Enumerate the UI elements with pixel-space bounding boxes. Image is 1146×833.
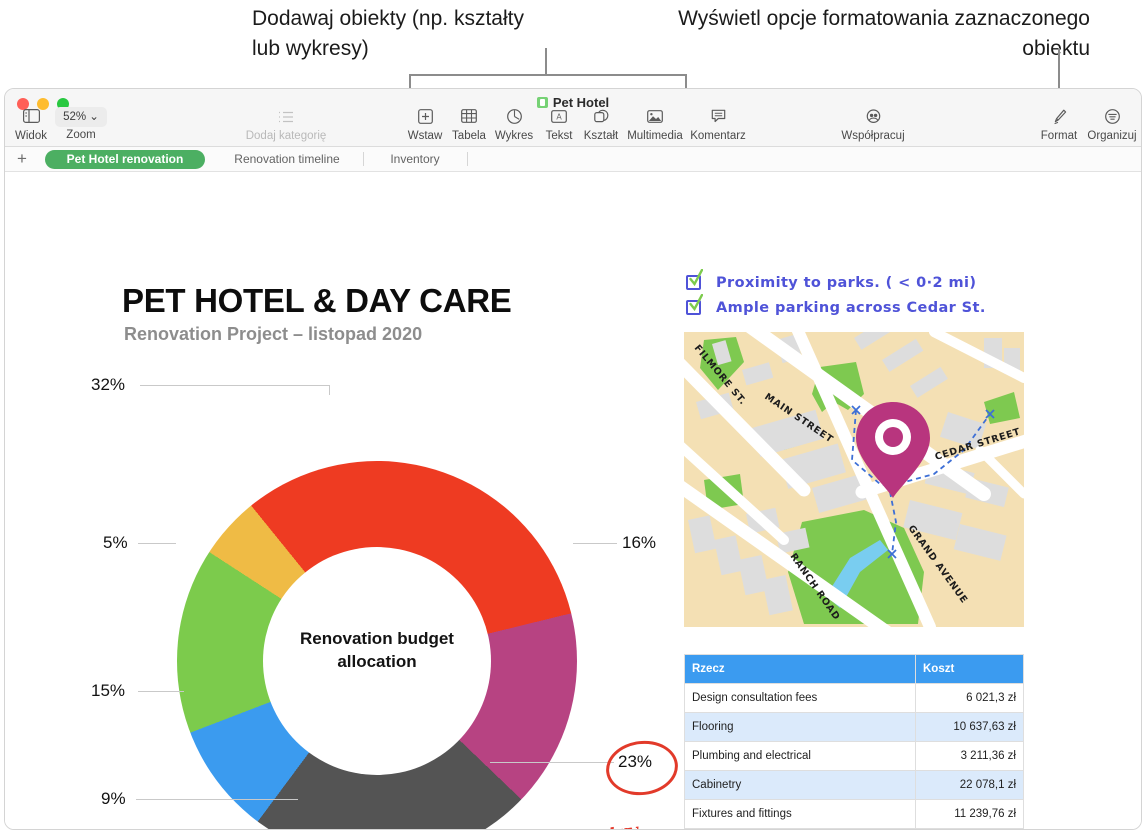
callout-left-tick-a bbox=[409, 74, 411, 88]
chart-label-15: 15% bbox=[91, 681, 126, 700]
callout-left-stem bbox=[545, 48, 547, 76]
callout-format-options: Wyświetl opcje formatowania zaznaczonego… bbox=[678, 7, 1090, 60]
table-cell-cost: 6 021,3 zł bbox=[915, 683, 1024, 713]
tab-divider-1 bbox=[363, 152, 364, 166]
table-cell-item: Labor bbox=[684, 828, 916, 829]
donut-center-line2: allocation bbox=[337, 652, 417, 671]
donut-center-line1: Renovation budget bbox=[300, 629, 454, 648]
table-row[interactable]: Labor 16 056,8 zł bbox=[684, 828, 1024, 829]
leader-line-5 bbox=[138, 543, 176, 544]
leader-line-15 bbox=[138, 691, 184, 692]
toolbar-collaborate-label: Współpracuj bbox=[841, 130, 905, 142]
table-cell-item: Flooring bbox=[684, 712, 916, 742]
zoom-dropdown[interactable]: 52% ⌄ bbox=[55, 107, 107, 127]
add-sheet-button[interactable]: + bbox=[17, 150, 27, 168]
cost-table[interactable]: Rzecz Koszt Design consultation fees 6 0… bbox=[684, 654, 1024, 829]
callout-left-tick-b bbox=[685, 74, 687, 88]
checklist-item-2: Ample parking across Cedar St. bbox=[716, 300, 986, 316]
toolbar-add-category-button[interactable]: Dodaj kategorię bbox=[201, 109, 371, 142]
toolbar-add-category-label: Dodaj kategorię bbox=[245, 130, 327, 142]
chart-label-9: 9% bbox=[101, 789, 126, 808]
donut-center-label: Renovation budget allocation bbox=[263, 627, 491, 673]
callout-right-stem bbox=[1058, 48, 1060, 88]
checkmark-icon-2 bbox=[689, 294, 703, 312]
document-title-text: Pet Hotel bbox=[552, 95, 610, 110]
organize-icon bbox=[1070, 109, 1141, 129]
toolbar-comment-button[interactable]: Komentarz bbox=[676, 109, 760, 142]
table-header-row: Rzecz Koszt bbox=[684, 654, 1024, 684]
callout-left-bar bbox=[409, 74, 687, 76]
slide-subtitle[interactable]: Renovation Project – listopad 2020 bbox=[124, 324, 422, 345]
table-row[interactable]: Design consultation fees 6 021,3 zł bbox=[684, 683, 1024, 713]
chart-label-32: 32% bbox=[91, 375, 126, 394]
table-row[interactable]: Cabinetry 22 078,1 zł bbox=[684, 770, 1024, 800]
table-cell-item: Cabinetry bbox=[684, 770, 916, 800]
table-row[interactable]: Flooring 10 637,63 zł bbox=[684, 712, 1024, 742]
table-cell-item: Plumbing and electrical bbox=[684, 741, 916, 771]
document-title: Pet Hotel bbox=[5, 95, 1141, 110]
handwritten-line-1: Let's try bbox=[550, 811, 702, 829]
leader-line-32-drop bbox=[329, 385, 330, 395]
table-row[interactable]: Fixtures and fittings 11 239,76 zł bbox=[684, 799, 1024, 829]
table-cell-item: Design consultation fees bbox=[684, 683, 916, 713]
checklist-item-1: Proximity to parks. ( < 0·2 mi) bbox=[716, 275, 977, 291]
chart-label-16: 16% bbox=[622, 533, 657, 552]
toolbar-organize-button[interactable]: Organizuj bbox=[1070, 109, 1141, 142]
sheet-tab-renovation-timeline[interactable]: Renovation timeline bbox=[217, 150, 357, 169]
annotation-circle-23 bbox=[602, 736, 682, 800]
table-header-cost: Koszt bbox=[915, 654, 1024, 684]
leader-line-23 bbox=[490, 762, 614, 763]
sheet-tab-bar: + Pet Hotel renovation Renovation timeli… bbox=[5, 147, 1141, 172]
leader-line-9 bbox=[136, 799, 298, 800]
sheet-tab-inventory[interactable]: Inventory bbox=[367, 150, 463, 169]
toolbar-comment-label: Komentarz bbox=[690, 130, 746, 142]
toolbar-organize-label: Organizuj bbox=[1087, 130, 1137, 142]
table-cell-cost: 22 078,1 zł bbox=[915, 770, 1024, 800]
slide-canvas[interactable]: PET HOTEL & DAY CARE Renovation Project … bbox=[5, 172, 1141, 829]
table-cell-cost: 3 211,36 zł bbox=[915, 741, 1024, 771]
table-cell-cost: 11 239,76 zł bbox=[915, 799, 1024, 829]
comment-icon bbox=[676, 109, 760, 129]
chart-label-5: 5% bbox=[103, 533, 128, 552]
table-row[interactable]: Plumbing and electrical 3 211,36 zł bbox=[684, 741, 1024, 771]
checkmark-icon-1 bbox=[689, 269, 703, 287]
table-cell-item: Fixtures and fittings bbox=[684, 799, 916, 829]
callout-add-objects: Dodawaj obiekty (np. kształty lub wykres… bbox=[252, 7, 524, 60]
keynote-app-icon bbox=[536, 97, 548, 108]
list-icon bbox=[201, 109, 371, 129]
zoom-label: Zoom bbox=[66, 129, 96, 141]
toolbar-collaborate-button[interactable]: Współpracuj bbox=[831, 109, 915, 142]
sheet-tab-pet-hotel-renovation[interactable]: Pet Hotel renovation bbox=[45, 150, 205, 169]
leader-line-32 bbox=[140, 385, 330, 386]
app-window: Pet Hotel Widok 52% ⌄ Zoom Dodaj kategor… bbox=[4, 88, 1142, 830]
window-titlebar: Pet Hotel Widok 52% ⌄ Zoom Dodaj kategor… bbox=[5, 89, 1141, 147]
collaborate-icon bbox=[831, 109, 915, 129]
table-cell-cost: 16 056,8 zł bbox=[915, 828, 1024, 829]
table-header-item: Rzecz bbox=[684, 654, 916, 684]
map-image[interactable]: FILMORE ST. MAIN STREET CEDAR STREET GRA… bbox=[684, 332, 1024, 627]
slide-title[interactable]: PET HOTEL & DAY CARE bbox=[122, 282, 512, 320]
tab-divider-2 bbox=[467, 152, 468, 166]
leader-line-16 bbox=[573, 543, 617, 544]
table-cell-cost: 10 637,63 zł bbox=[915, 712, 1024, 742]
